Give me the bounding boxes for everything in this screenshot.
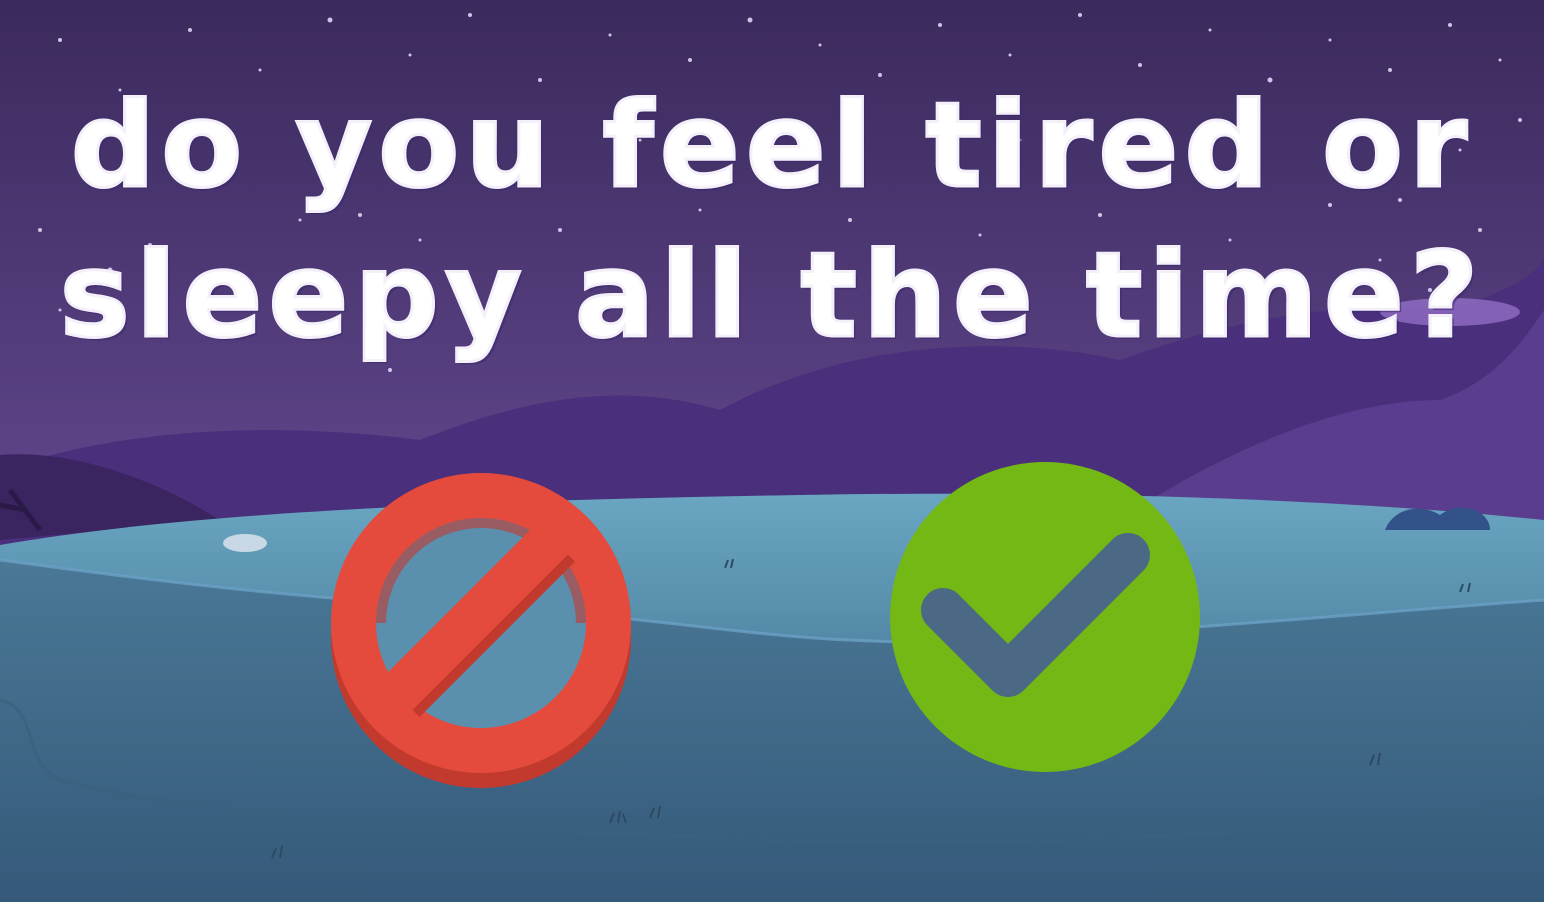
answer-no-button[interactable] — [326, 468, 636, 793]
question-line-2: sleepy all the time? — [58, 225, 1485, 366]
question-text: do you feel tired or sleepy all the time… — [0, 70, 1544, 370]
prohibited-icon — [331, 473, 631, 788]
rock — [223, 534, 267, 552]
checkmark-icon — [890, 462, 1200, 772]
question-line-1: do you feel tired or — [69, 75, 1474, 216]
game-scene: do you feel tired or sleepy all the time… — [0, 0, 1544, 902]
answer-yes-button[interactable] — [888, 460, 1202, 774]
